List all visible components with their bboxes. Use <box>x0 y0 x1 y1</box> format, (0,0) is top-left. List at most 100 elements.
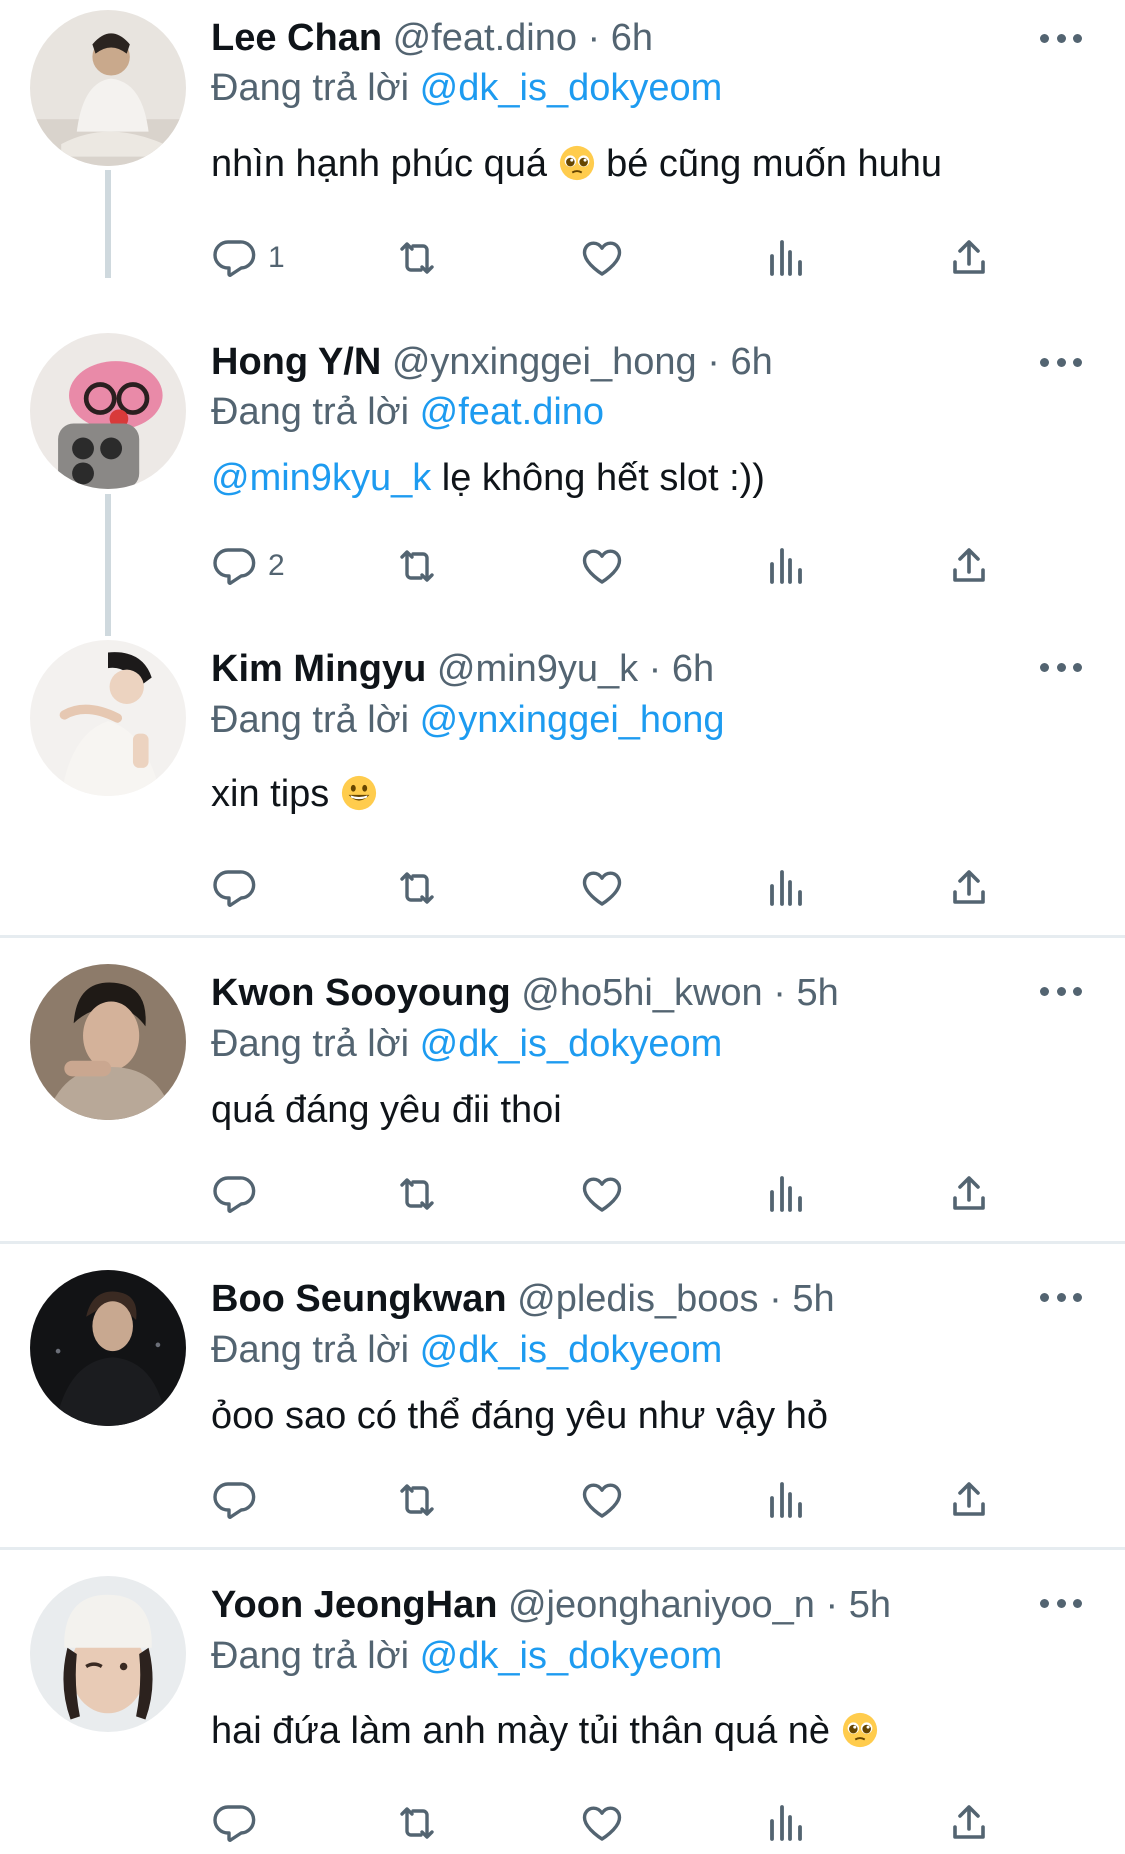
retweet-button[interactable] <box>393 1474 441 1526</box>
replying-to-mention[interactable]: @feat.dino <box>420 391 604 433</box>
separator-dot: · <box>769 1278 782 1320</box>
avatar[interactable] <box>30 333 186 489</box>
tweet-header: Yoon JeongHan @jeonghaniyoo_n · 5h <box>211 1581 891 1629</box>
replying-to-mention[interactable]: @dk_is_dokyeom <box>420 1635 723 1677</box>
more-icon[interactable] <box>1040 984 1082 998</box>
display-name[interactable]: Kim Mingyu <box>211 648 426 690</box>
timestamp[interactable]: 5h <box>849 1584 891 1626</box>
reply-button[interactable] <box>210 862 258 914</box>
share-button[interactable] <box>945 232 993 284</box>
reply-button[interactable]: 2 <box>210 540 285 592</box>
heart-icon <box>582 1483 622 1518</box>
share-button[interactable] <box>945 1797 993 1849</box>
avatar-image <box>30 964 186 1120</box>
views-button[interactable] <box>762 540 810 592</box>
reply-count: 1 <box>268 241 285 274</box>
views-button[interactable] <box>762 862 810 914</box>
views-icon <box>770 1805 802 1841</box>
replying-to-mention[interactable]: @dk_is_dokyeom <box>420 67 723 109</box>
like-button[interactable] <box>578 1797 626 1849</box>
share-icon <box>953 870 985 904</box>
more-icon[interactable] <box>1040 31 1082 45</box>
like-button[interactable] <box>578 862 626 914</box>
reply-button[interactable]: 1 <box>210 232 285 284</box>
avatar[interactable] <box>30 640 186 796</box>
replying-prefix: Đang trả lời <box>211 1329 420 1371</box>
user-handle[interactable]: @min9yu_k <box>437 648 638 690</box>
timestamp[interactable]: 6h <box>611 17 653 59</box>
views-button[interactable] <box>762 232 810 284</box>
user-handle[interactable]: @pledis_boos <box>517 1278 758 1320</box>
timestamp[interactable]: 5h <box>792 1278 834 1320</box>
replying-to-mention[interactable]: @dk_is_dokyeom <box>420 1329 723 1371</box>
display-name[interactable]: Hong Y/N <box>211 341 381 383</box>
user-handle[interactable]: @ynxinggei_hong <box>392 341 697 383</box>
replying-prefix: Đang trả lời <box>211 699 420 741</box>
user-handle[interactable]: @feat.dino <box>393 17 577 59</box>
share-icon <box>953 1805 985 1839</box>
avatar[interactable] <box>30 1576 186 1732</box>
action-bar <box>210 1168 1010 1220</box>
share-button[interactable] <box>945 862 993 914</box>
tweet-text: hai đứa làm anh mày tủi thân quá nè <box>211 1707 879 1755</box>
timestamp[interactable]: 6h <box>730 341 772 383</box>
retweet-button[interactable] <box>393 232 441 284</box>
user-handle[interactable]: @ho5hi_kwon <box>521 972 762 1014</box>
more-icon[interactable] <box>1040 660 1082 674</box>
like-button[interactable] <box>578 232 626 284</box>
tweet-header: Boo Seungkwan @pledis_boos · 5h <box>211 1275 835 1323</box>
like-button[interactable] <box>578 540 626 592</box>
heart-icon <box>582 241 622 276</box>
avatar[interactable] <box>30 10 186 166</box>
timestamp[interactable]: 6h <box>672 648 714 690</box>
more-icon[interactable] <box>1040 355 1082 369</box>
user-handle[interactable]: @jeonghaniyoo_n <box>508 1584 815 1626</box>
views-button[interactable] <box>762 1797 810 1849</box>
avatar-image <box>30 10 186 166</box>
reply-button[interactable] <box>210 1797 258 1849</box>
reply-button[interactable] <box>210 1168 258 1220</box>
replying-to: Đang trả lời @ynxinggei_hong <box>211 696 724 744</box>
display-name[interactable]: Boo Seungkwan <box>211 1278 507 1320</box>
tweet-header: Lee Chan @feat.dino · 6h <box>211 14 653 62</box>
display-name[interactable]: Yoon JeongHan <box>211 1584 497 1626</box>
tweet-header: Kim Mingyu @min9yu_k · 6h <box>211 645 714 693</box>
replying-to: Đang trả lời @dk_is_dokyeom <box>211 64 722 112</box>
reply-button[interactable] <box>210 1474 258 1526</box>
tweet-divider <box>0 1241 1125 1244</box>
more-icon[interactable] <box>1040 1290 1082 1304</box>
views-button[interactable] <box>762 1474 810 1526</box>
tweet-text: quá đáng yêu đii thoi <box>211 1089 562 1131</box>
share-button[interactable] <box>945 1168 993 1220</box>
separator-dot: · <box>648 648 662 690</box>
views-icon <box>770 240 802 276</box>
timestamp[interactable]: 5h <box>796 972 838 1014</box>
tweet-text-part: xin tips <box>211 773 340 815</box>
retweet-button[interactable] <box>393 1168 441 1220</box>
views-button[interactable] <box>762 1168 810 1220</box>
retweet-button[interactable] <box>393 540 441 592</box>
replying-prefix: Đang trả lời <box>211 1023 420 1065</box>
replying-to-mention[interactable]: @ynxinggei_hong <box>420 699 725 741</box>
replying-to-mention[interactable]: @dk_is_dokyeom <box>420 1023 723 1065</box>
share-button[interactable] <box>945 540 993 592</box>
action-bar <box>210 862 1010 914</box>
like-button[interactable] <box>578 1474 626 1526</box>
replying-prefix: Đang trả lời <box>211 391 420 433</box>
avatar[interactable] <box>30 964 186 1120</box>
avatar-image <box>30 1576 186 1732</box>
separator-dot: · <box>587 17 601 59</box>
display-name[interactable]: Kwon Sooyoung <box>211 972 511 1014</box>
avatar[interactable] <box>30 1270 186 1426</box>
like-button[interactable] <box>578 1168 626 1220</box>
retweet-button[interactable] <box>393 1797 441 1849</box>
views-icon <box>770 870 802 906</box>
user-mention[interactable]: @min9kyu_k <box>211 457 431 499</box>
tweet-header: Hong Y/N @ynxinggei_hong · 6h <box>211 338 773 386</box>
action-bar: 1 <box>210 232 1010 284</box>
reply-count: 2 <box>268 549 285 582</box>
share-button[interactable] <box>945 1474 993 1526</box>
retweet-button[interactable] <box>393 862 441 914</box>
more-icon[interactable] <box>1040 1596 1082 1610</box>
display-name[interactable]: Lee Chan <box>211 17 382 59</box>
